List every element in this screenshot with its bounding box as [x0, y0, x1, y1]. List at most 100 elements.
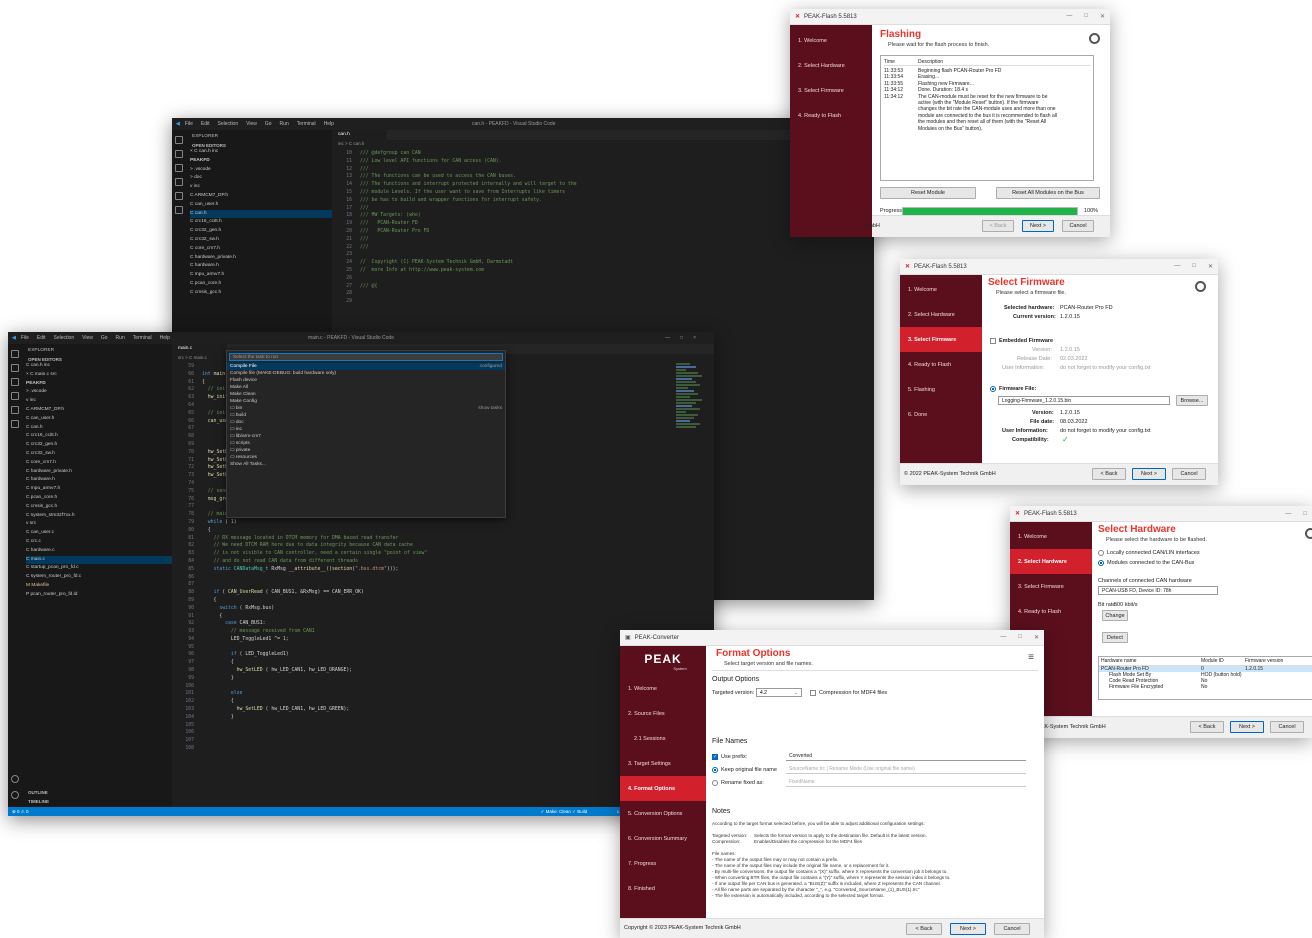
tree-item[interactable]: C hardware_private.h [190, 254, 332, 263]
remote-icon[interactable] [175, 206, 183, 214]
tree-item[interactable]: C mpu_armv7.h [190, 271, 332, 280]
quick-pick-item[interactable]: ▭ doc [227, 419, 505, 426]
compression-checkbox[interactable] [810, 690, 816, 696]
tree-item[interactable]: C can_user.h [26, 415, 172, 424]
search-icon[interactable] [175, 150, 183, 158]
tree-item[interactable]: C crc16_ccitt.h [190, 218, 332, 227]
outline-header[interactable]: OUTLINE [28, 790, 48, 795]
cancel-button[interactable]: Cancel [1270, 721, 1304, 733]
compression-label[interactable]: Compression for MDF4 files [819, 690, 887, 696]
status-tasks[interactable]: ✓ Make: Clean ✓ Build [541, 809, 588, 815]
tree-item[interactable]: > doc [190, 174, 332, 183]
window-controls[interactable]: — □ ✕ [1066, 13, 1105, 20]
tree-item[interactable]: v src [26, 520, 172, 529]
menu-help[interactable]: Help [324, 121, 334, 127]
account-icon[interactable] [11, 775, 19, 783]
minimap[interactable] [676, 362, 704, 492]
firmware-file-input[interactable]: Logging-Firmware_1.2.0.15.bin [998, 396, 1170, 405]
quick-pick-item[interactable]: ▭ inc [227, 426, 505, 433]
rename-fixed-input[interactable]: FixedName [786, 778, 1026, 787]
quick-pick-item[interactable]: ▭ build [227, 412, 505, 419]
reset-module-button[interactable]: Reset Module [880, 187, 976, 199]
menu-edit[interactable]: Edit [37, 335, 46, 341]
tree-item[interactable]: C cmsis_gcc.h [190, 289, 332, 298]
modules-bus-radio[interactable] [1098, 560, 1104, 566]
extensions-icon[interactable] [11, 406, 19, 414]
remote-icon[interactable] [11, 420, 19, 428]
quick-pick-item[interactable]: ▭ scripts [227, 440, 505, 447]
settings-gear-icon[interactable] [1305, 528, 1312, 539]
source-control-icon[interactable] [175, 164, 183, 172]
quick-pick-item[interactable]: ▭ lib/arm-cm7 [227, 433, 505, 440]
menu-view[interactable]: View [246, 121, 257, 127]
firmware-file-label[interactable]: Firmware File: [999, 386, 1036, 392]
tree-item[interactable]: M Makefile [26, 582, 172, 591]
local-interfaces-radio[interactable] [1098, 550, 1104, 556]
prefix-input[interactable]: Converted [786, 752, 1026, 761]
quick-pick-input[interactable]: Select the task to run [229, 353, 503, 361]
tree-item[interactable]: C pcan_core.h [26, 494, 172, 503]
next-button[interactable]: Next > [1132, 468, 1166, 480]
tree-item-selected[interactable]: C can.h [190, 209, 332, 219]
tree-item[interactable]: P pcan_router_pro_fd.ld [26, 591, 172, 600]
back-button[interactable]: < Back [906, 923, 942, 935]
next-button[interactable]: Next > [950, 923, 986, 935]
tree-item[interactable]: C can_user.h [190, 201, 332, 210]
reset-all-modules-button[interactable]: Reset All Modules on the Bus [996, 187, 1100, 199]
quick-pick-item[interactable]: Compile File configured [227, 363, 505, 370]
search-icon[interactable] [11, 364, 19, 372]
menu-run[interactable]: Run [280, 121, 289, 127]
back-button[interactable]: < Back [1092, 468, 1126, 480]
menu-file[interactable]: File [185, 121, 193, 127]
menu-terminal[interactable]: Terminal [133, 335, 152, 341]
menu-view[interactable]: View [82, 335, 93, 341]
menu-help[interactable]: Help [160, 335, 170, 341]
quick-pick-item[interactable]: ▭ private [227, 447, 505, 454]
tree-item[interactable]: C hardware_private.h [26, 468, 172, 477]
next-button[interactable]: Next > [1022, 220, 1054, 232]
tree-item[interactable]: C cmsis_gcc.h [26, 503, 172, 512]
window-controls[interactable]: — □ ✕ [1174, 263, 1213, 270]
change-button[interactable]: Change [1102, 610, 1128, 621]
settings-gear-icon[interactable] [11, 791, 19, 799]
tree-item[interactable]: × C can.h inc [190, 148, 332, 157]
tree-item[interactable]: C startup_pcan_pro_fd.c [26, 564, 172, 573]
quick-pick-item[interactable]: Make Config [227, 398, 505, 405]
keep-original-label[interactable]: Keep original file name [721, 767, 777, 773]
settings-gear-icon[interactable] [1195, 281, 1206, 292]
status-problems[interactable]: ⊗ 0 ⚠ 0 [12, 809, 29, 815]
targeted-version-select[interactable]: 4.2 ⌄ [756, 688, 802, 697]
keep-original-radio[interactable] [712, 767, 718, 773]
tree-item[interactable]: C core_cm7.h [190, 245, 332, 254]
modules-bus-label[interactable]: Modules connected to the CAN-Bus [1107, 560, 1194, 566]
explorer-icon[interactable] [11, 350, 19, 358]
run-debug-icon[interactable] [11, 392, 19, 400]
quick-pick-item[interactable]: ▭ bin show tasks [227, 405, 505, 412]
cancel-button[interactable]: Cancel [1062, 220, 1094, 232]
menu-selection[interactable]: Selection [54, 335, 75, 341]
menu-go[interactable]: Go [101, 335, 108, 341]
rename-fixed-label[interactable]: Rename fixed as: [721, 780, 764, 786]
tree-item[interactable]: C can.h [26, 424, 172, 433]
tree-item-selected[interactable]: C main.c [26, 555, 172, 565]
tree-item[interactable]: C crc32_gen.h [26, 441, 172, 450]
tree-item[interactable]: C core_cm7.h [26, 459, 172, 468]
tree-item[interactable]: C crc16_ccitt.h [26, 432, 172, 441]
tree-item[interactable]: v inc [26, 397, 172, 406]
menu-terminal[interactable]: Terminal [297, 121, 316, 127]
embedded-firmware-label[interactable]: Embedded Firmware [999, 338, 1053, 344]
tree-item[interactable]: C ARMCM7_DP.h [190, 192, 332, 201]
tree-item[interactable]: C hardware.h [26, 476, 172, 485]
window-controls[interactable]: —□× [665, 335, 714, 341]
tab-main-c[interactable]: main.c [172, 344, 227, 354]
use-prefix-checkbox[interactable]: ✓ [712, 754, 718, 760]
keep-original-input[interactable]: SourceName.trc | Rename Mode (Use origin… [786, 765, 1026, 774]
menu-file[interactable]: File [21, 335, 29, 341]
quick-pick-item[interactable]: Make All [227, 384, 505, 391]
tree-item[interactable]: C hardware.h [190, 262, 332, 271]
tree-item[interactable]: PEAKFD [190, 157, 332, 166]
menu-go[interactable]: Go [265, 121, 272, 127]
breadcrumb[interactable]: inc > C can.h [338, 141, 364, 146]
tree-item[interactable]: C crc.c [26, 538, 172, 547]
next-button[interactable]: Next > [1230, 721, 1264, 733]
